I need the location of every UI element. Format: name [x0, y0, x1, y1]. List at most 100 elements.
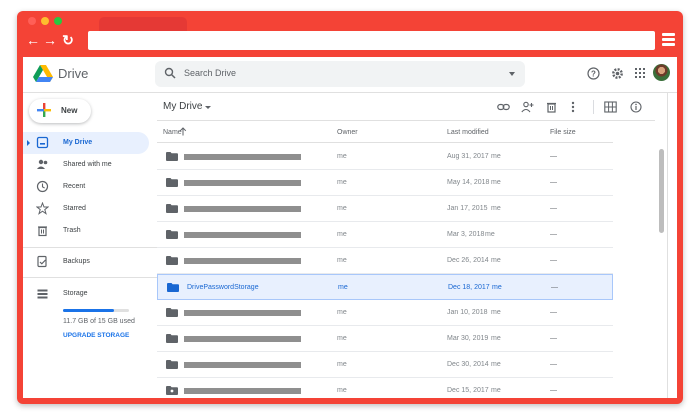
share-icon[interactable]: [521, 101, 534, 113]
folder-icon: [166, 360, 178, 369]
storage-progress-bar: [63, 309, 129, 312]
new-button[interactable]: New: [29, 99, 91, 123]
sidebar-item-label: Recent: [63, 183, 86, 190]
owner-cell: me: [337, 179, 347, 186]
search-input[interactable]: Search Drive: [155, 61, 525, 87]
table-row[interactable]: me May 14, 2018 me —: [157, 170, 613, 196]
sidebar-item-shared-with-me[interactable]: Shared with me: [23, 154, 149, 176]
sort-ascending-icon[interactable]: [179, 127, 187, 136]
window-controls: [28, 17, 62, 25]
close-window-dot[interactable]: [28, 17, 36, 25]
browser-menu-icon[interactable]: [662, 33, 675, 46]
folder-icon: [166, 334, 178, 343]
owner-cell: me: [337, 153, 347, 160]
table-row[interactable]: me Dec 30, 2014 me —: [157, 352, 613, 378]
column-header-owner[interactable]: Owner: [337, 129, 358, 136]
modified-by-cell: me: [491, 361, 501, 368]
scrollbar-thumb[interactable]: [659, 149, 664, 233]
search-icon[interactable]: [164, 67, 176, 79]
details-info-icon[interactable]: [630, 101, 642, 113]
redacted-file-name[interactable]: [184, 232, 301, 238]
apps-grid-icon[interactable]: [634, 67, 646, 79]
sidebar-item-trash[interactable]: Trash: [23, 220, 149, 242]
sidebar-item-storage[interactable]: Storage: [23, 283, 149, 305]
table-row[interactable]: me Jan 17, 2015 me —: [157, 196, 613, 222]
file-size-cell: —: [550, 231, 557, 238]
sidebar-item-starred[interactable]: Starred: [23, 198, 149, 220]
column-header-last-modified[interactable]: Last modified: [447, 129, 489, 136]
chevron-down-icon[interactable]: [205, 106, 211, 109]
owner-cell: me: [337, 205, 347, 212]
storage-used-text: 11.7 GB of 15 GB used: [63, 318, 135, 325]
minimize-window-dot[interactable]: [41, 17, 49, 25]
grid-view-icon[interactable]: [604, 101, 617, 113]
sidebar-divider: [23, 247, 157, 248]
settings-icon[interactable]: [611, 67, 624, 80]
drive-logo-icon[interactable]: [33, 65, 53, 83]
help-icon[interactable]: ?: [587, 67, 600, 80]
search-options-icon[interactable]: [509, 72, 515, 76]
folder-icon: [166, 178, 178, 187]
redacted-file-name[interactable]: [184, 258, 301, 264]
table-row[interactable]: me Dec 15, 2017 me —: [157, 378, 613, 398]
table-row[interactable]: me Jan 10, 2018 me —: [157, 300, 613, 326]
modified-by-cell: me: [491, 153, 501, 160]
owner-cell: me: [337, 387, 347, 394]
sidebar-item-backups[interactable]: Backups: [23, 251, 149, 273]
last-modified-cell: Mar 3, 2018: [447, 231, 485, 238]
expand-arrow-icon[interactable]: [27, 140, 30, 146]
app-header: Drive Search Drive ?: [23, 57, 677, 93]
file-size-cell: —: [550, 309, 557, 316]
last-modified-cell: Dec 18, 2017: [448, 284, 490, 291]
sidebar-item-label: Backups: [63, 258, 90, 265]
folder-icon: [166, 256, 178, 265]
sidebar-item-label: Storage: [63, 290, 88, 297]
modified-by-cell: me: [491, 179, 501, 186]
forward-arrow-icon[interactable]: →: [43, 32, 57, 48]
upgrade-storage-link[interactable]: UPGRADE STORAGE: [63, 332, 129, 339]
modified-by-cell: me: [485, 231, 495, 238]
sidebar-item-my-drive[interactable]: My Drive: [23, 132, 149, 154]
redacted-file-name[interactable]: [184, 336, 301, 342]
star-icon: [36, 202, 49, 215]
avatar[interactable]: [653, 64, 670, 81]
browser-tab[interactable]: [99, 17, 187, 31]
svg-text:?: ?: [591, 70, 596, 79]
main-header: My Drive: [157, 93, 655, 121]
delete-icon[interactable]: [546, 101, 557, 113]
redacted-file-name[interactable]: [184, 206, 301, 212]
table-row[interactable]: me Aug 31, 2017 me —: [157, 144, 613, 170]
modified-by-cell: me: [491, 309, 501, 316]
redacted-file-name[interactable]: [184, 180, 301, 186]
file-name[interactable]: DrivePasswordStorage: [187, 284, 259, 291]
breadcrumb[interactable]: My Drive: [163, 101, 202, 112]
storage-icon: [37, 289, 48, 299]
redacted-file-name[interactable]: [184, 362, 301, 368]
address-bar[interactable]: [88, 31, 655, 50]
back-arrow-icon[interactable]: ←: [26, 32, 40, 48]
file-size-cell: —: [551, 284, 558, 291]
redacted-file-name[interactable]: [184, 154, 301, 160]
sidebar-divider: [23, 277, 157, 278]
table-row[interactable]: me Mar 30, 2019 me —: [157, 326, 613, 352]
folder-icon: [166, 230, 178, 239]
modified-by-cell: me: [491, 205, 501, 212]
scrollbar-track[interactable]: [659, 93, 664, 398]
redacted-file-name[interactable]: [184, 310, 301, 316]
get-link-icon[interactable]: [497, 101, 510, 113]
last-modified-cell: May 14, 2018: [447, 179, 490, 186]
maximize-window-dot[interactable]: [54, 17, 62, 25]
folder-icon: [166, 204, 178, 213]
owner-cell: me: [337, 257, 347, 264]
sidebar-item-label: Trash: [63, 227, 81, 234]
column-header-file-size[interactable]: File size: [550, 129, 576, 136]
redacted-file-name[interactable]: [184, 388, 301, 394]
reload-icon[interactable]: ↻: [61, 32, 75, 48]
owner-cell: me: [337, 361, 347, 368]
sidebar-item-recent[interactable]: Recent: [23, 176, 149, 198]
table-row[interactable]: me Mar 3, 2018 me —: [157, 222, 613, 248]
sidebar-item-label: Shared with me: [63, 161, 112, 168]
table-row[interactable]: me Dec 26, 2014 me —: [157, 248, 613, 274]
table-row[interactable]: DrivePasswordStorage me Dec 18, 2017 me —: [157, 274, 613, 300]
more-vert-icon[interactable]: [570, 101, 576, 113]
